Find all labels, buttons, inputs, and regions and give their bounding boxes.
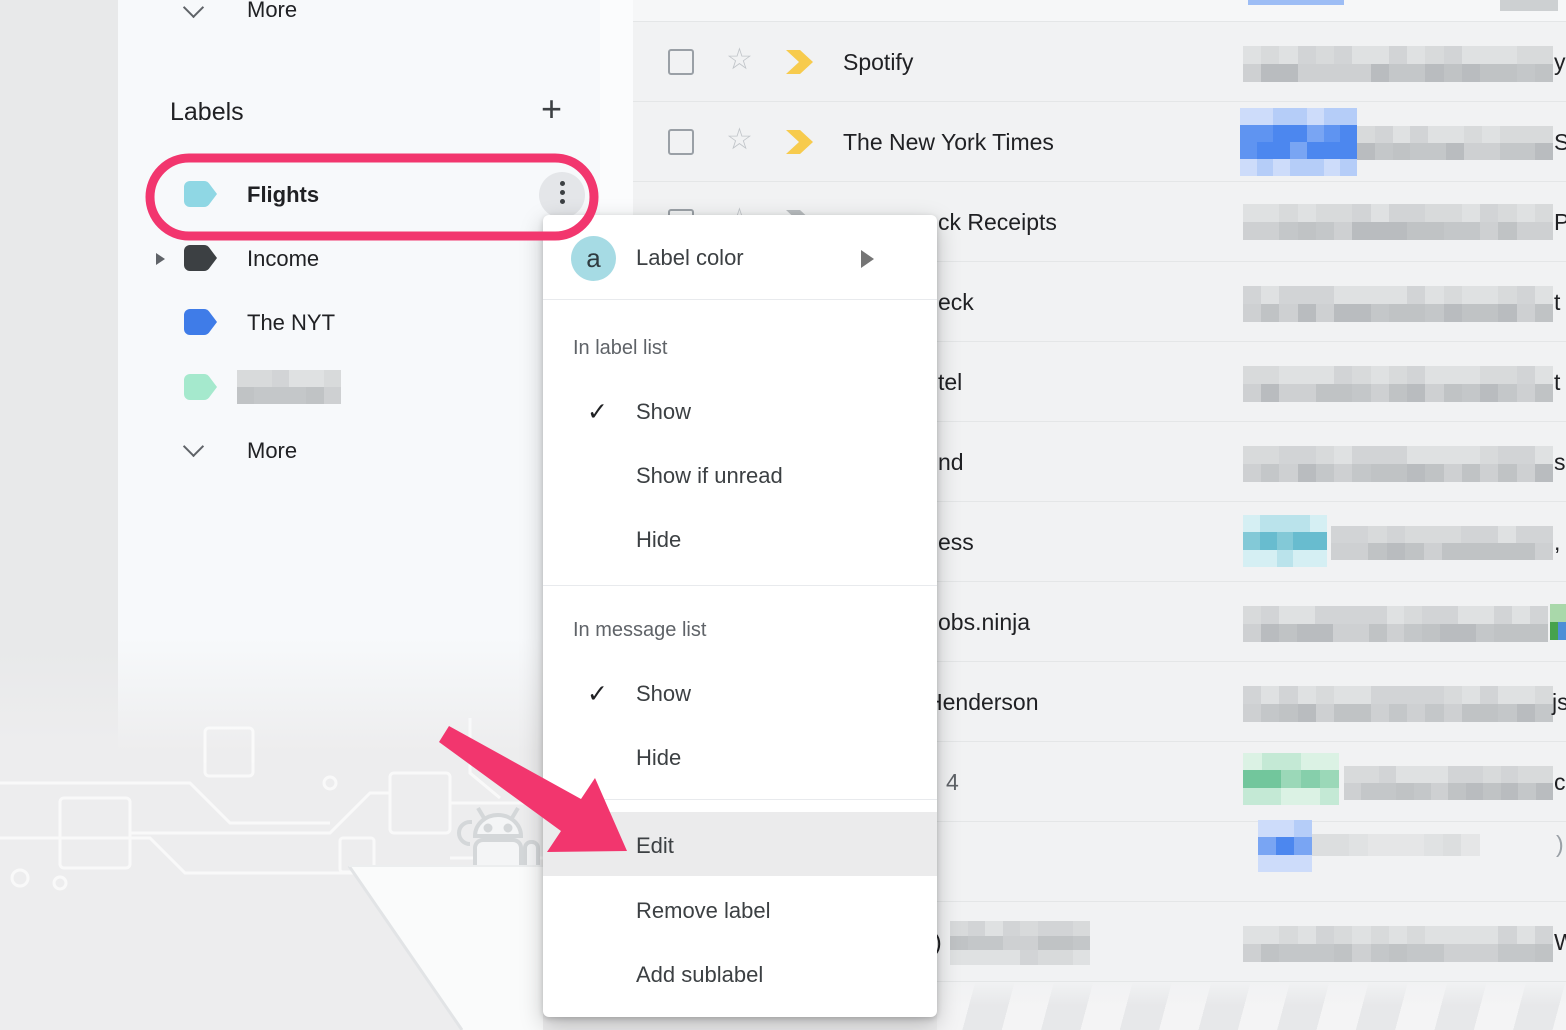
snippet-edge-text: t — [1554, 368, 1560, 396]
sidebar-item-label: Income — [247, 245, 319, 273]
snippet-edge-text: P — [1554, 208, 1566, 236]
menu-item-label: Label color — [636, 244, 744, 272]
snippet-edge-text: W — [1554, 928, 1566, 956]
menu-divider — [543, 299, 937, 300]
redacted-subject — [1243, 204, 1553, 240]
redacted-label-name — [237, 370, 341, 404]
sender-name: Spotify — [843, 48, 913, 76]
redacted-subject — [1357, 126, 1553, 160]
sidebar-item-more-labels[interactable]: More — [118, 419, 600, 483]
sender-name-fragment: obs.ninja — [938, 608, 1030, 636]
label-options-menu: a Label color In label list ✓ Show Show … — [543, 215, 937, 1017]
redacted-label-chip — [1240, 108, 1357, 176]
snippet-edge-text: t — [1554, 288, 1560, 316]
menu-divider — [543, 585, 937, 586]
snippet-edge-text: , — [1554, 528, 1560, 556]
check-icon: ✓ — [587, 681, 608, 707]
redacted-label-chip — [1243, 753, 1339, 805]
sidebar — [118, 0, 600, 1030]
select-checkbox[interactable] — [668, 49, 694, 75]
redacted-subject — [1344, 766, 1553, 800]
snippet-edge-text: c — [1554, 768, 1566, 796]
kebab-menu-icon — [539, 172, 585, 204]
redacted-icon-chip — [1258, 820, 1312, 872]
thread-count: 4 — [946, 768, 959, 796]
sender-name-fragment: tel — [938, 368, 962, 396]
sidebar-item-redacted[interactable] — [118, 356, 600, 420]
sidebar-item-flights[interactable]: Flights — [118, 163, 600, 227]
sender-name-fragment: nd — [938, 448, 964, 476]
star-icon[interactable]: ☆ — [726, 125, 753, 155]
redacted-sliver — [1500, 0, 1558, 11]
sender-name-fragment: Henderson — [926, 688, 1039, 716]
menu-section-header: In label list — [573, 335, 668, 361]
importance-marker-icon[interactable] — [786, 50, 814, 74]
snippet-edge-text: js — [1552, 688, 1566, 716]
create-label-button[interactable]: + — [541, 88, 562, 130]
partial-top-row — [633, 0, 1566, 21]
redacted-subject — [1243, 926, 1553, 962]
sender-name-fragment: eck — [938, 288, 974, 316]
sender-name: The New York Times — [843, 128, 1054, 156]
sidebar-item-label: More — [247, 437, 297, 465]
menu-item-show-message-list[interactable]: Show — [636, 680, 691, 708]
emoji-fragment — [1550, 604, 1566, 640]
menu-item-show-if-unread[interactable]: Show if unread — [636, 462, 783, 490]
redacted-subject — [1243, 686, 1553, 722]
redacted-subject — [1243, 286, 1553, 322]
snippet-edge-text: s — [1554, 448, 1566, 476]
chevron-down-icon — [183, 436, 204, 457]
email-row[interactable]: ☆ Spotify y — [600, 22, 1566, 102]
importance-marker-icon[interactable] — [786, 130, 814, 154]
menu-item-hide-label-list[interactable]: Hide — [636, 526, 681, 554]
edit-item-highlight — [543, 812, 937, 876]
snippet-edge-text: ) — [1556, 830, 1564, 858]
menu-section-header: In message list — [573, 617, 706, 643]
gmail-screenshot: More Labels + Flights Income The NYT — [0, 0, 1566, 1030]
menu-item-remove-label[interactable]: Remove label — [636, 897, 771, 925]
label-tag-icon — [182, 307, 218, 337]
redacted-label-chip — [1243, 515, 1327, 567]
menu-item-add-sublabel[interactable]: Add sublabel — [636, 961, 763, 989]
sender-name-fragment: ck Receipts — [938, 208, 1057, 236]
snippet-edge-text: S — [1554, 128, 1566, 156]
sidebar-item-income[interactable]: Income — [118, 227, 600, 291]
label-options-button[interactable] — [539, 172, 585, 218]
redacted-subject — [1312, 834, 1480, 856]
redacted-subject — [1243, 606, 1548, 642]
expand-arrow-icon[interactable] — [156, 253, 165, 265]
check-icon: ✓ — [587, 399, 608, 425]
sidebar-item-label: More — [247, 0, 297, 24]
sidebar-item-the-nyt[interactable]: The NYT — [118, 291, 600, 355]
snippet-edge-text: y — [1554, 48, 1566, 76]
sidebar-item-label: Flights — [247, 181, 319, 209]
label-tag-icon — [182, 372, 218, 402]
select-checkbox[interactable] — [668, 129, 694, 155]
menu-divider — [543, 799, 937, 800]
labels-header-title: Labels — [170, 98, 244, 127]
redacted-sender — [950, 921, 1090, 965]
sidebar-item-more-top[interactable]: More — [118, 0, 600, 40]
menu-item-show-label-list[interactable]: Show — [636, 398, 691, 426]
redacted-subject — [1243, 366, 1553, 402]
chevron-down-icon — [183, 0, 204, 18]
redacted-subject — [1243, 46, 1553, 82]
cursor-avatar: a — [571, 236, 616, 281]
submenu-arrow-icon — [861, 250, 874, 268]
menu-item-hide-message-list[interactable]: Hide — [636, 744, 681, 772]
star-icon[interactable]: ☆ — [726, 45, 753, 75]
menu-item-edit[interactable]: Edit — [636, 832, 674, 860]
redacted-subject — [1243, 446, 1553, 482]
redacted-sliver — [1248, 0, 1344, 5]
labels-section-header: Labels + — [118, 92, 600, 140]
email-row[interactable]: ☆ The New York Times S — [600, 102, 1566, 182]
label-tag-icon — [182, 243, 218, 273]
sidebar-item-label: The NYT — [247, 309, 335, 337]
label-tag-icon — [182, 179, 218, 209]
sender-name-fragment: ess — [938, 528, 974, 556]
redacted-subject — [1331, 526, 1553, 560]
